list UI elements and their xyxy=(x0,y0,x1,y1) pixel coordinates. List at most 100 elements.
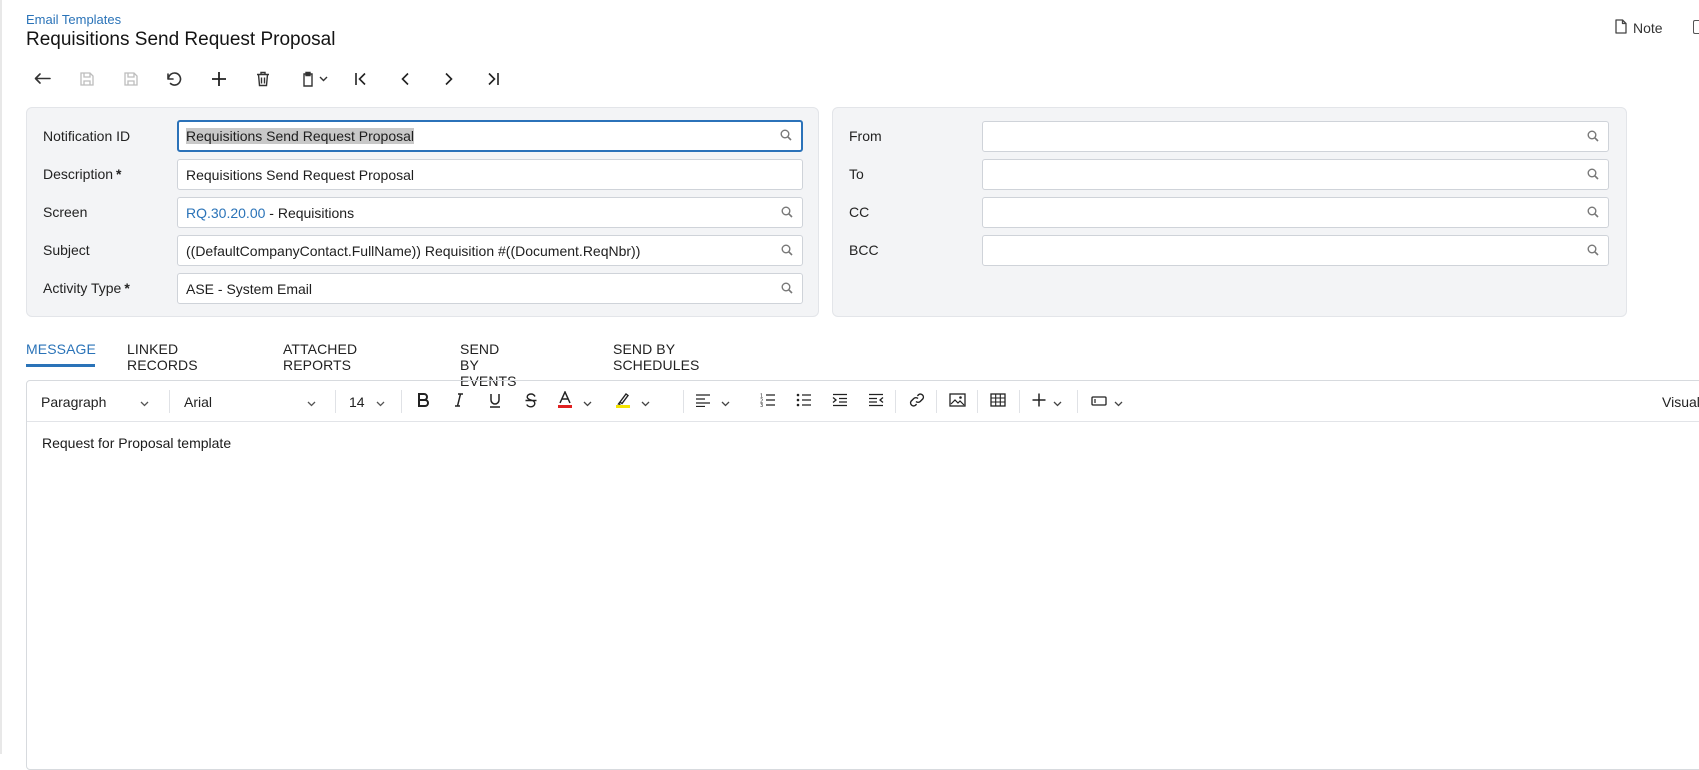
breadcrumb[interactable]: Email Templates xyxy=(26,12,121,27)
strikethrough-icon xyxy=(525,392,537,411)
last-record-button[interactable] xyxy=(480,64,506,94)
italic-button[interactable] xyxy=(449,381,469,422)
insert-table-button[interactable] xyxy=(988,381,1008,422)
indent-button[interactable] xyxy=(830,381,850,422)
clipboard-icon xyxy=(300,71,316,87)
note-label: Note xyxy=(1633,20,1663,36)
summary-panel-right: From To CC BCC xyxy=(832,107,1627,317)
chevron-down-icon xyxy=(1053,394,1062,410)
paragraph-format-select[interactable]: Paragraph xyxy=(41,381,153,422)
rich-text-editor: Paragraph Arial 14 1 2 3 Visual Request … xyxy=(26,380,1699,770)
subject-field[interactable]: ((DefaultCompanyContact.FullName)) Requi… xyxy=(177,235,803,266)
chevron-down-icon xyxy=(319,76,328,82)
active-tab-indicator xyxy=(26,364,95,367)
next-record-button[interactable] xyxy=(436,64,462,94)
note-button[interactable]: Note xyxy=(1615,19,1663,37)
plus-icon xyxy=(211,71,227,87)
toolbar-divider xyxy=(401,390,402,413)
search-icon[interactable] xyxy=(1587,167,1599,183)
notification-id-value: Requisitions Send Request Proposal xyxy=(186,128,415,144)
search-icon[interactable] xyxy=(781,243,793,259)
editor-toolbar: Paragraph Arial 14 1 2 3 Visual xyxy=(27,381,1699,422)
trash-icon xyxy=(256,71,270,87)
bcc-field[interactable] xyxy=(982,235,1609,266)
tab-attached-reports[interactable]: ATTACHED REPORTS xyxy=(283,341,357,373)
underline-button[interactable] xyxy=(485,381,505,422)
search-icon[interactable] xyxy=(1587,129,1599,145)
toolbar-divider xyxy=(335,390,336,413)
highlighter-icon xyxy=(615,391,631,412)
numbered-list-button[interactable]: 123 xyxy=(758,381,778,422)
image-icon xyxy=(948,393,966,410)
toolbar-divider xyxy=(895,390,896,413)
font-size-select[interactable]: 14 xyxy=(349,381,389,422)
notification-id-label: Notification ID xyxy=(43,128,131,144)
cc-field[interactable] xyxy=(982,197,1609,228)
italic-icon xyxy=(454,393,464,410)
description-label: Description * xyxy=(43,166,122,182)
subject-value: ((DefaultCompanyContact.FullName)) Requi… xyxy=(186,242,641,259)
description-value: Requisitions Send Request Proposal xyxy=(186,166,415,183)
font-family-select[interactable]: Arial xyxy=(184,381,322,422)
search-icon[interactable] xyxy=(1587,205,1599,221)
toolbar-divider xyxy=(683,390,684,413)
insert-more-button[interactable] xyxy=(1032,381,1068,422)
toolbar-divider xyxy=(936,390,937,413)
files-icon[interactable] xyxy=(1693,20,1699,34)
chevron-down-icon xyxy=(641,394,650,410)
subject-label: Subject xyxy=(43,242,90,258)
insert-image-button[interactable] xyxy=(947,381,967,422)
cc-label: CC xyxy=(849,204,870,220)
activity-type-field[interactable]: ASE - System Email xyxy=(177,273,803,304)
add-button[interactable] xyxy=(206,64,232,94)
search-icon[interactable] xyxy=(1587,243,1599,259)
search-icon[interactable] xyxy=(780,128,792,144)
screen-label: Screen xyxy=(43,204,88,220)
text-color-button[interactable] xyxy=(557,381,597,422)
first-icon xyxy=(354,72,368,86)
bullet-list-button[interactable] xyxy=(794,381,814,422)
chevron-down-icon xyxy=(1114,394,1123,410)
highlight-color-button[interactable] xyxy=(615,381,655,422)
save-close-button[interactable] xyxy=(74,64,100,94)
back-arrow-icon xyxy=(34,72,52,86)
toolbar-divider xyxy=(1077,390,1078,413)
from-label: From xyxy=(849,128,882,144)
insert-link-button[interactable] xyxy=(907,381,927,422)
bcc-label: BCC xyxy=(849,242,879,258)
save-button[interactable] xyxy=(118,64,144,94)
form-element-button[interactable] xyxy=(1091,381,1127,422)
note-icon xyxy=(1615,19,1627,37)
visual-mode-button[interactable]: Visual xyxy=(1662,381,1699,422)
description-field[interactable]: Requisitions Send Request Proposal xyxy=(177,159,803,190)
outdent-icon xyxy=(868,393,884,410)
required-marker: * xyxy=(124,280,130,296)
first-record-button[interactable] xyxy=(348,64,374,94)
chevron-down-icon xyxy=(140,394,149,410)
tab-send-by-schedules[interactable]: SEND BY SCHEDULES xyxy=(613,341,699,373)
cancel-button[interactable] xyxy=(162,64,188,94)
search-icon[interactable] xyxy=(781,281,793,297)
tab-message[interactable]: MESSAGE xyxy=(26,341,96,357)
search-icon[interactable] xyxy=(781,205,793,221)
from-field[interactable] xyxy=(982,121,1609,152)
align-button[interactable] xyxy=(695,381,735,422)
editor-content[interactable]: Request for Proposal template xyxy=(42,435,231,451)
outdent-button[interactable] xyxy=(866,381,886,422)
required-marker: * xyxy=(116,166,122,182)
bold-button[interactable] xyxy=(413,381,433,422)
strikethrough-button[interactable] xyxy=(521,381,541,422)
to-field[interactable] xyxy=(982,159,1609,190)
tab-linked-records[interactable]: LINKED RECORDS xyxy=(127,341,198,373)
copy-paste-button[interactable] xyxy=(294,64,334,94)
screen-field[interactable]: RQ.30.20.00 - Requisitions xyxy=(177,197,803,228)
bold-icon xyxy=(417,393,429,410)
svg-text:3: 3 xyxy=(760,403,763,407)
screen-code-link[interactable]: RQ.30.20.00 xyxy=(186,205,265,221)
notification-id-field[interactable]: Requisitions Send Request Proposal xyxy=(177,120,803,152)
link-icon xyxy=(909,392,925,411)
text-color-icon xyxy=(557,390,573,412)
back-button[interactable] xyxy=(30,64,56,94)
delete-button[interactable] xyxy=(250,64,276,94)
previous-record-button[interactable] xyxy=(392,64,418,94)
